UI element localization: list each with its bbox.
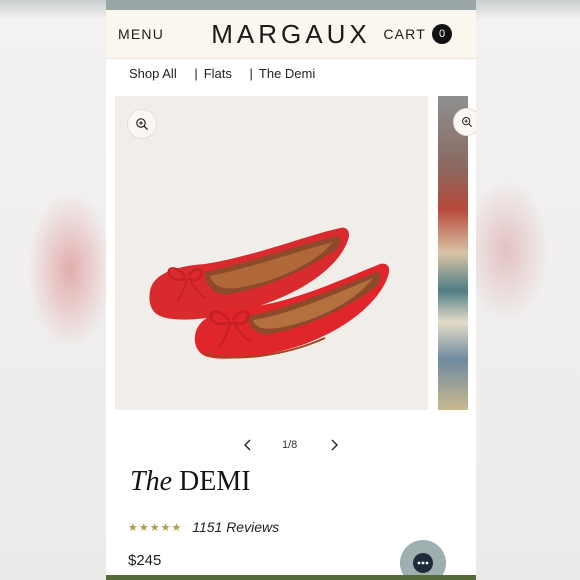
breadcrumb-separator: | (249, 66, 253, 81)
breadcrumb-the-demi: The Demi (258, 66, 316, 81)
product-title: The DEMI (130, 466, 251, 498)
zoom-button-next[interactable] (453, 108, 476, 136)
zoom-button[interactable] (127, 109, 157, 139)
image-counter: 1/8 (282, 439, 298, 451)
product-title-name: DEMI (179, 466, 251, 497)
previous-image-button[interactable] (242, 438, 254, 455)
zoom-in-icon (462, 117, 473, 128)
chevron-left-icon (244, 439, 251, 451)
background-left (0, 0, 106, 580)
breadcrumb-flats[interactable]: Flats (204, 66, 232, 81)
chat-button[interactable] (400, 540, 446, 580)
site-header: MENU MARGAUX CART 0 (106, 10, 476, 59)
product-title-prefix: The (130, 466, 172, 497)
background-right (476, 0, 580, 580)
footer-strip (106, 575, 476, 580)
breadcrumb-shop-all[interactable]: Shop All (129, 66, 177, 81)
product-image-next[interactable] (438, 96, 476, 410)
breadcrumb: Shop All | Flats | The Demi (129, 66, 321, 81)
cart-count-badge[interactable]: 0 (432, 24, 452, 44)
chevron-right-icon (331, 439, 338, 451)
phone-screen: MENU MARGAUX CART 0 Shop All | Flats | The… (106, 0, 476, 580)
zoom-in-icon (136, 118, 148, 130)
product-rating[interactable]: ★★★★★ 1151 Reviews (128, 518, 279, 535)
product-image-main[interactable] (115, 96, 428, 410)
chat-icon (413, 553, 433, 573)
product-price: $245 (128, 552, 162, 569)
red-ballet-flats-image (149, 227, 390, 359)
review-count-link[interactable]: 1151 Reviews (192, 519, 279, 535)
cart-button[interactable]: CART (383, 26, 426, 42)
status-strip (106, 0, 476, 10)
gallery-pager: 1/8 (106, 438, 476, 454)
next-image-button[interactable] (328, 438, 340, 455)
star-rating-icon: ★★★★★ (128, 521, 183, 534)
breadcrumb-separator: | (194, 66, 198, 81)
